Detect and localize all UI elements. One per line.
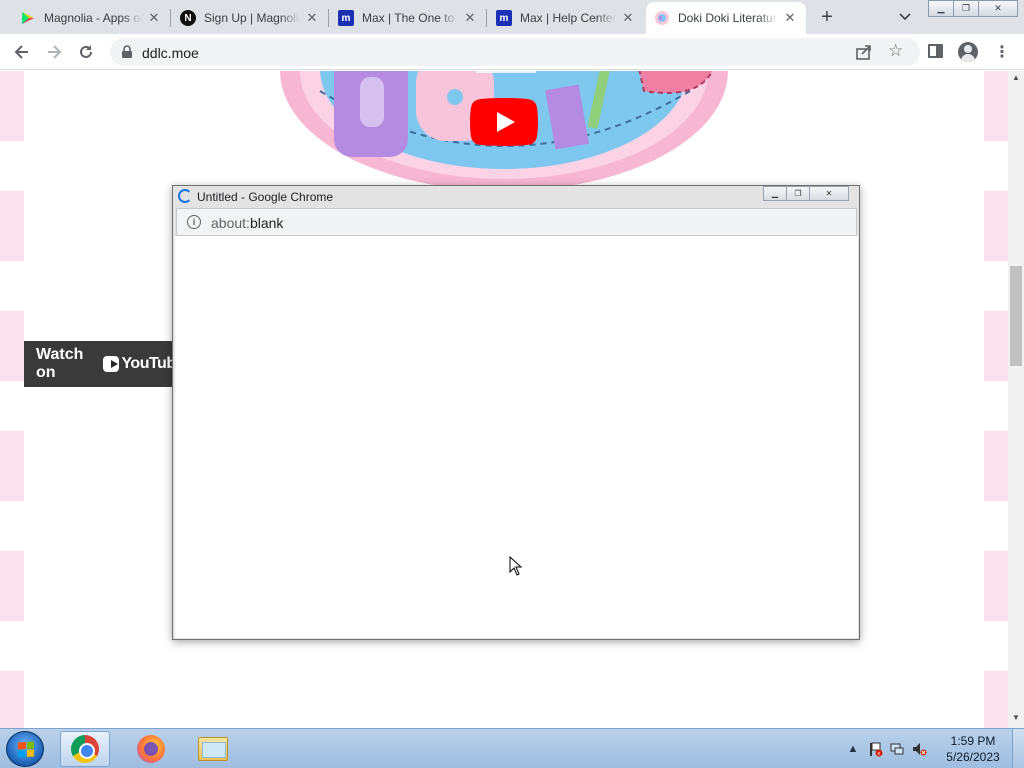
close-icon[interactable]: ✕ xyxy=(620,10,636,26)
address-bar[interactable]: ddlc.moe ☆ xyxy=(110,38,920,66)
page-scrollbar[interactable]: ▲ ▼ xyxy=(1008,71,1024,728)
forward-arrow-icon xyxy=(48,45,62,59)
window-controls: ▁ ❐ ✕ xyxy=(928,0,1018,18)
screen: Magnolia - Apps on Google Play ✕ N Sign … xyxy=(0,0,1024,768)
popup-minimize-button[interactable]: ▁ xyxy=(763,186,787,201)
google-play-icon xyxy=(20,10,36,26)
popup-close-button[interactable]: ✕ xyxy=(809,186,849,201)
popup-url: about:blank xyxy=(211,215,283,231)
tab-magnolia-play[interactable]: Magnolia - Apps on Google Play ✕ xyxy=(12,2,170,34)
max-icon: m xyxy=(338,10,354,26)
tab-title: Max | Help Center xyxy=(520,11,616,25)
reload-icon xyxy=(80,45,92,58)
tab-title: Doki Doki Literature Club xyxy=(678,11,778,25)
kebab-menu-icon[interactable]: ⋮ xyxy=(994,40,1010,64)
forward-button[interactable] xyxy=(40,38,68,66)
popup-titlebar[interactable]: Untitled - Google Chrome ▁ ❐ ✕ xyxy=(173,186,859,208)
taskbar-firefox[interactable] xyxy=(126,731,176,767)
scroll-down-arrow-icon[interactable]: ▼ xyxy=(1012,713,1020,722)
chevron-down-icon xyxy=(899,13,911,21)
windows-taskbar: ▲ x 1:59 PM 5/26/2023 xyxy=(0,728,1024,768)
tab-magnolia-signup[interactable]: N Sign Up | Magnolia ✕ xyxy=(172,2,328,34)
firefox-icon xyxy=(137,735,165,763)
tab-separator xyxy=(170,9,171,27)
restore-button[interactable]: ❐ xyxy=(953,0,979,17)
max-icon: m xyxy=(496,10,512,26)
file-explorer-icon xyxy=(198,737,228,761)
tab-search-button[interactable] xyxy=(894,6,916,28)
back-arrow-icon xyxy=(14,45,28,59)
show-hidden-icons-icon[interactable]: ▲ xyxy=(842,738,864,760)
popup-restore-button[interactable]: ❐ xyxy=(786,186,810,201)
taskbar-file-explorer[interactable] xyxy=(188,731,238,767)
tab-strip: Magnolia - Apps on Google Play ✕ N Sign … xyxy=(0,0,1024,34)
tab-ddlc[interactable]: Doki Doki Literature Club ✕ xyxy=(646,2,806,34)
popup-title: Untitled - Google Chrome xyxy=(197,190,334,204)
info-icon[interactable]: i xyxy=(187,215,201,229)
tab-title: Sign Up | Magnolia xyxy=(204,11,300,25)
clock-date: 5/26/2023 xyxy=(946,750,1000,764)
minimize-button[interactable]: ▁ xyxy=(928,0,954,17)
close-icon[interactable]: ✕ xyxy=(304,10,320,26)
popup-address-bar[interactable]: i about:blank xyxy=(176,208,857,236)
magnolia-icon: N xyxy=(180,10,196,26)
popup-url-scheme: about: xyxy=(211,215,250,231)
clock-time: 1:59 PM xyxy=(950,734,996,748)
close-icon[interactable]: ✕ xyxy=(782,10,798,26)
pink-stripe-decoration xyxy=(0,71,24,728)
youtube-play-button[interactable] xyxy=(470,98,538,146)
tab-separator xyxy=(328,9,329,27)
tab-title: Magnolia - Apps on Google Play xyxy=(44,11,142,25)
loading-spinner-icon xyxy=(178,189,192,203)
tab-separator xyxy=(486,9,487,27)
share-icon[interactable] xyxy=(855,43,873,61)
chrome-icon xyxy=(71,735,99,763)
profile-avatar[interactable] xyxy=(958,42,978,62)
taskbar-chrome[interactable] xyxy=(60,731,110,767)
show-desktop-button[interactable] xyxy=(1012,729,1024,768)
side-panel-button[interactable] xyxy=(928,44,943,58)
back-button[interactable] xyxy=(8,38,36,66)
popup-window-controls: ▁ ❐ ✕ xyxy=(763,186,849,201)
address-text: ddlc.moe xyxy=(142,45,199,61)
reload-button[interactable] xyxy=(72,38,100,66)
tab-max-home[interactable]: m Max | The One to Watch ✕ xyxy=(330,2,486,34)
ddlc-icon xyxy=(654,10,670,26)
new-tab-button[interactable]: + xyxy=(814,5,840,29)
youtube-logo-icon xyxy=(102,356,120,372)
mouse-cursor-icon xyxy=(509,556,523,576)
volume-muted-icon[interactable] xyxy=(908,738,930,760)
windows-logo-icon xyxy=(18,741,34,758)
network-icon[interactable] xyxy=(886,738,908,760)
close-icon[interactable]: ✕ xyxy=(462,10,478,26)
system-clock[interactable]: 1:59 PM 5/26/2023 xyxy=(940,733,1006,765)
popup-url-host: blank xyxy=(249,215,284,231)
close-icon[interactable]: ✕ xyxy=(146,10,162,26)
tab-title: Max | The One to Watch xyxy=(362,11,458,25)
watch-on-label: Watch on xyxy=(36,346,84,381)
close-button[interactable]: ✕ xyxy=(978,0,1018,17)
browser-toolbar: ddlc.moe ☆ ⋮ xyxy=(0,34,1024,70)
start-button[interactable] xyxy=(6,731,44,767)
scrollbar-thumb[interactable] xyxy=(1010,266,1022,366)
popup-blank-page xyxy=(175,236,858,638)
scroll-up-arrow-icon[interactable]: ▲ xyxy=(1012,73,1020,82)
system-tray: ▲ x xyxy=(842,729,930,768)
action-center-flag-icon[interactable]: x xyxy=(864,738,886,760)
pink-stripe-decoration xyxy=(984,71,1008,728)
bookmark-star-icon[interactable]: ☆ xyxy=(888,41,903,61)
svg-text:x: x xyxy=(877,751,880,757)
tab-max-help[interactable]: m Max | Help Center ✕ xyxy=(488,2,644,34)
watch-on-youtube-button[interactable]: Watch on YouTube xyxy=(24,341,184,387)
lock-icon xyxy=(122,45,132,58)
